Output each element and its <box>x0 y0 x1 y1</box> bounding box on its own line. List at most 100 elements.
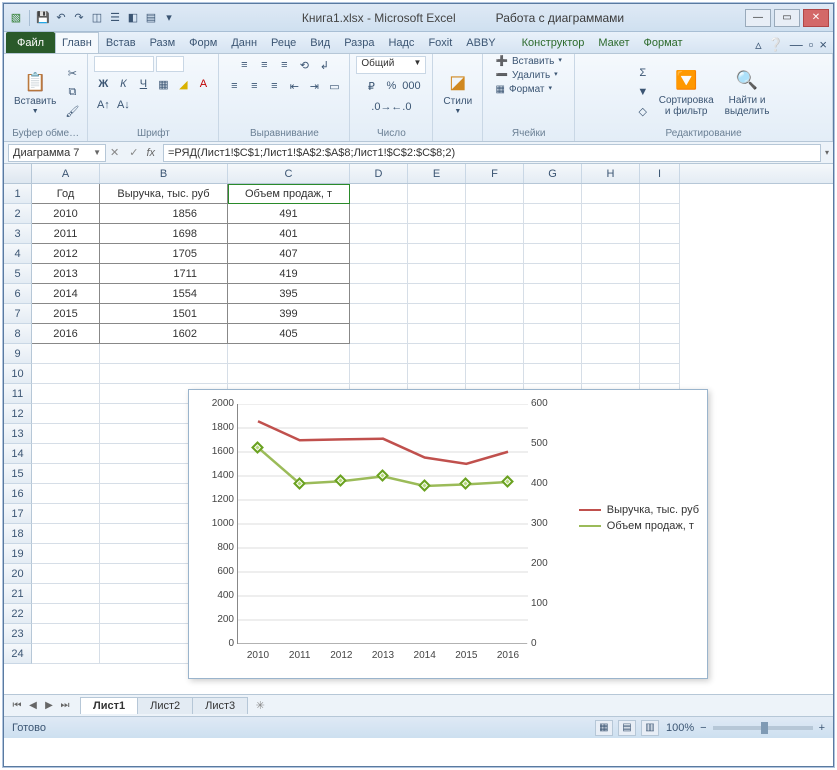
cell-A3[interactable]: 2011 <box>32 224 100 244</box>
cell-G5[interactable] <box>524 264 582 284</box>
row-header-10[interactable]: 10 <box>4 364 32 384</box>
increase-font-icon[interactable]: A↑ <box>95 97 111 113</box>
cells-insert-icon[interactable]: ➕ <box>496 56 508 67</box>
zoom-in-icon[interactable]: + <box>819 722 825 734</box>
save-icon[interactable]: 💾 <box>35 10 51 26</box>
cell-A6[interactable]: 2014 <box>32 284 100 304</box>
border-icon[interactable]: ▦ <box>155 76 171 92</box>
row-header-2[interactable]: 2 <box>4 204 32 224</box>
cell-C6[interactable]: 395 <box>228 284 350 304</box>
cell-D10[interactable] <box>350 364 408 384</box>
cell-E4[interactable] <box>408 244 466 264</box>
cell-G7[interactable] <box>524 304 582 324</box>
clear-icon[interactable]: ◇ <box>635 103 651 119</box>
qat-btn-3[interactable]: ◧ <box>125 10 141 26</box>
sheet-tab-3[interactable]: Лист3 <box>192 697 248 714</box>
cell-A1[interactable]: Год <box>32 184 100 204</box>
tab-developer[interactable]: Разра <box>337 32 381 53</box>
zoom-level[interactable]: 100% <box>666 722 694 734</box>
cell-A22[interactable] <box>32 604 100 624</box>
cell-H7[interactable] <box>582 304 640 324</box>
cancel-formula-icon[interactable]: ✕ <box>110 146 119 159</box>
align-left-icon[interactable]: ≡ <box>226 78 242 94</box>
cell-D6[interactable] <box>350 284 408 304</box>
cell-H8[interactable] <box>582 324 640 344</box>
row-header-6[interactable]: 6 <box>4 284 32 304</box>
cell-B9[interactable] <box>100 344 228 364</box>
view-normal-icon[interactable]: ▦ <box>595 720 613 736</box>
align-bottom-icon[interactable]: ≡ <box>276 57 292 73</box>
tab-addin-nads[interactable]: Надс <box>381 32 421 53</box>
select-all-corner[interactable] <box>4 164 32 183</box>
col-header-B[interactable]: B <box>100 164 228 183</box>
cell-G4[interactable] <box>524 244 582 264</box>
row-header-13[interactable]: 13 <box>4 424 32 444</box>
cell-E9[interactable] <box>408 344 466 364</box>
sheet-nav-prev-icon[interactable]: ◀ <box>26 700 40 711</box>
cell-A16[interactable] <box>32 484 100 504</box>
cell-A12[interactable] <box>32 404 100 424</box>
align-right-icon[interactable]: ≡ <box>266 78 282 94</box>
chart-object[interactable]: 0200400600800100012001400160018002000010… <box>188 389 708 679</box>
row-header-17[interactable]: 17 <box>4 504 32 524</box>
expand-formula-icon[interactable]: ▾ <box>825 148 829 157</box>
comma-icon[interactable]: 000 <box>403 78 419 94</box>
tab-data[interactable]: Данн <box>224 32 264 53</box>
cell-C2[interactable]: 491 <box>228 204 350 224</box>
merge-icon[interactable]: ▭ <box>326 78 342 94</box>
cell-B4[interactable]: 1705 <box>100 244 228 264</box>
sheet-nav-first-icon[interactable]: ⏮ <box>10 700 24 711</box>
cell-E8[interactable] <box>408 324 466 344</box>
cell-D8[interactable] <box>350 324 408 344</box>
cell-A20[interactable] <box>32 564 100 584</box>
chart-plot-area[interactable]: 0200400600800100012001400160018002000010… <box>237 404 527 644</box>
row-header-11[interactable]: 11 <box>4 384 32 404</box>
cell-B8[interactable]: 1602 <box>100 324 228 344</box>
tab-formulas[interactable]: Форм <box>182 32 224 53</box>
zoom-slider[interactable] <box>713 726 813 730</box>
cell-D4[interactable] <box>350 244 408 264</box>
cell-A8[interactable]: 2016 <box>32 324 100 344</box>
align-center-icon[interactable]: ≡ <box>246 78 262 94</box>
cell-B10[interactable] <box>100 364 228 384</box>
undo-icon[interactable]: ↶ <box>53 10 69 26</box>
row-header-22[interactable]: 22 <box>4 604 32 624</box>
tab-view[interactable]: Вид <box>303 32 337 53</box>
cell-A14[interactable] <box>32 444 100 464</box>
qat-btn-5[interactable]: ▾ <box>161 10 177 26</box>
row-header-21[interactable]: 21 <box>4 584 32 604</box>
cell-G1[interactable] <box>524 184 582 204</box>
row-header-3[interactable]: 3 <box>4 224 32 244</box>
cell-I8[interactable] <box>640 324 680 344</box>
sheet-nav-last-icon[interactable]: ⏭ <box>58 700 72 711</box>
row-header-1[interactable]: 1 <box>4 184 32 204</box>
cell-I4[interactable] <box>640 244 680 264</box>
cell-D2[interactable] <box>350 204 408 224</box>
sheet-tab-2[interactable]: Лист2 <box>137 697 193 714</box>
row-header-4[interactable]: 4 <box>4 244 32 264</box>
cell-H9[interactable] <box>582 344 640 364</box>
cell-F4[interactable] <box>466 244 524 264</box>
cell-B1[interactable]: Выручка, тыс. руб <box>100 184 228 204</box>
sort-filter-button[interactable]: 🔽Сортировка и фильтр <box>655 66 718 119</box>
tab-file[interactable]: Файл <box>6 32 55 53</box>
workbook-close-icon[interactable]: × <box>819 37 827 53</box>
cell-D5[interactable] <box>350 264 408 284</box>
cell-B5[interactable]: 1711 <box>100 264 228 284</box>
cell-G2[interactable] <box>524 204 582 224</box>
cell-I7[interactable] <box>640 304 680 324</box>
accept-formula-icon[interactable]: ✓ <box>129 146 138 159</box>
styles-button[interactable]: ◪Стили▼ <box>439 67 476 117</box>
cell-H2[interactable] <box>582 204 640 224</box>
cells-delete-icon[interactable]: ➖ <box>496 70 508 81</box>
wrap-text-icon[interactable]: ↲ <box>316 57 332 73</box>
zoom-out-icon[interactable]: − <box>700 722 706 734</box>
autosum-icon[interactable]: Σ <box>635 65 651 81</box>
cell-B6[interactable]: 1554 <box>100 284 228 304</box>
cell-A24[interactable] <box>32 644 100 664</box>
cell-E5[interactable] <box>408 264 466 284</box>
minimize-ribbon-icon[interactable]: ▵ <box>755 37 762 53</box>
format-painter-icon[interactable]: 🖌 <box>64 103 80 119</box>
cell-A4[interactable]: 2012 <box>32 244 100 264</box>
cell-D7[interactable] <box>350 304 408 324</box>
